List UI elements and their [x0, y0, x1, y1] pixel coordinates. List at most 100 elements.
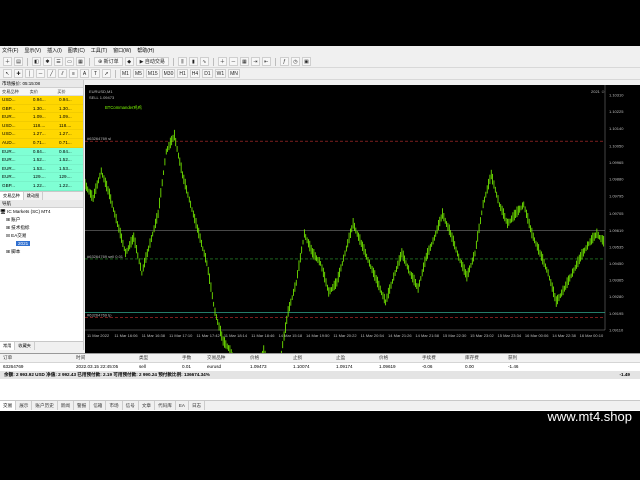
nav-broker[interactable]: 🖥 IC Markets (SC) MT4: [0, 208, 83, 216]
price-chart[interactable]: EURUSD,M1 SELL 1.09473 BTCommander鸡鸡 202…: [85, 85, 640, 355]
tab-common[interactable]: 常用: [0, 342, 16, 350]
period-m15[interactable]: M15: [145, 69, 160, 78]
horizontal-line-icon[interactable]: ─: [36, 69, 45, 78]
terminal-tab[interactable]: 文章: [139, 401, 156, 410]
market-watch-row[interactable]: USD... 118.... 118....: [0, 121, 83, 131]
terminal-icon[interactable]: ▭: [65, 57, 75, 66]
terminal-tab[interactable]: 市场: [106, 401, 123, 410]
period-d1[interactable]: D1: [202, 69, 213, 78]
period-h1[interactable]: H1: [177, 69, 188, 78]
terminal-tab[interactable]: 交易: [0, 401, 17, 410]
menu-file[interactable]: 文件(F): [2, 46, 18, 56]
menu-bar: 文件(F) 显示(V) 插入(I) 图表(C) 工具(T) 窗口(W) 帮助(H…: [0, 46, 640, 56]
period-h4[interactable]: H4: [189, 69, 201, 78]
terminal-column[interactable]: 订单: [0, 354, 73, 362]
terminal-column[interactable]: 交易品种: [204, 354, 247, 362]
zoom-in-icon[interactable]: ＋: [217, 57, 227, 66]
candlestick-icon[interactable]: ▮: [188, 57, 198, 66]
tile-windows-icon[interactable]: ▦: [239, 57, 249, 66]
column-ask[interactable]: 买价: [55, 88, 83, 95]
chart-canvas[interactable]: EURUSD,M1 SELL 1.09473 BTCommander鸡鸡 202…: [85, 85, 640, 355]
market-watch-row[interactable]: EUR... 1.09... 1.09...: [0, 113, 83, 122]
arrows-icon[interactable]: ➚: [102, 69, 111, 78]
terminal-tab[interactable]: 新闻: [58, 401, 74, 410]
bar-chart-icon[interactable]: ⫼: [177, 57, 187, 66]
terminal-tab[interactable]: 信箱: [90, 401, 107, 410]
terminal-tab[interactable]: 展示: [16, 401, 33, 410]
terminal-tab[interactable]: EA: [176, 401, 189, 410]
terminal-column[interactable]: 手数: [179, 354, 204, 362]
zoom-out-icon[interactable]: －: [228, 57, 238, 66]
menu-charts[interactable]: 图表(C): [68, 46, 85, 56]
auto-trading-button[interactable]: ▶ 自动交易: [135, 57, 169, 66]
indicators-icon[interactable]: ƒ: [279, 57, 289, 66]
market-watch-row[interactable]: USD... 1.27... 1.27...: [0, 130, 83, 139]
fibonacci-icon[interactable]: ≡: [69, 69, 78, 78]
vertical-line-icon[interactable]: │: [25, 69, 34, 78]
order-row[interactable]: 63264769 2022.03.15 22:45:05 sell 0.01 eurus…: [0, 363, 640, 371]
terminal-column[interactable]: 获利: [505, 354, 538, 362]
equidistant-channel-icon[interactable]: ⫽: [58, 69, 67, 78]
terminal-tab[interactable]: 信号: [123, 401, 139, 410]
column-bid[interactable]: 卖价: [28, 88, 56, 95]
tester-icon[interactable]: ▦: [76, 57, 86, 66]
new-order-button[interactable]: ⊕ 新订单: [94, 57, 123, 66]
line-chart-icon[interactable]: ∿: [199, 57, 209, 66]
trendline-icon[interactable]: ╱: [47, 69, 56, 78]
tab-favorites[interactable]: 收藏夹: [15, 342, 35, 350]
market-watch-row[interactable]: GBP... 1.22... 1.22...: [0, 181, 83, 191]
tab-tick-chart[interactable]: 跳动图: [24, 191, 44, 200]
nav-indicators[interactable]: ⊞ 技术指标: [0, 224, 83, 232]
menu-insert[interactable]: 插入(I): [47, 46, 62, 56]
terminal-column[interactable]: 手续费: [419, 354, 462, 362]
terminal-column[interactable]: 止损: [290, 354, 333, 362]
market-watch-row[interactable]: EUR... 0.84... 0.84...: [0, 147, 83, 157]
tab-symbols[interactable]: 交易品种: [0, 191, 24, 200]
menu-window[interactable]: 窗口(W): [113, 46, 131, 56]
terminal-column[interactable]: 时间: [73, 354, 136, 362]
market-watch-row[interactable]: EUR... 129.... 129....: [0, 173, 83, 182]
nav-ea-2021[interactable]: 2021: [0, 240, 83, 248]
terminal-tab[interactable]: 日志: [189, 401, 206, 410]
data-window-icon[interactable]: ✱: [43, 57, 53, 66]
terminal-column[interactable]: 价格: [247, 354, 290, 362]
nav-expert-advisors[interactable]: ⊟ EA交易: [0, 232, 83, 240]
templates-icon[interactable]: ▣: [301, 57, 311, 66]
cursor-icon[interactable]: ↖: [3, 69, 12, 78]
terminal-tab[interactable]: 账户历史: [32, 401, 58, 410]
market-watch-row[interactable]: EUR... 1.52... 1.52...: [0, 156, 83, 165]
crosshair-icon[interactable]: ✚: [14, 69, 23, 78]
market-watch-row[interactable]: AUD... 0.71... 0.71...: [0, 138, 83, 148]
toolbar-separator: [212, 57, 214, 66]
market-watch-icon[interactable]: ◧: [32, 57, 42, 66]
terminal-column[interactable]: 止盈: [333, 354, 376, 362]
navigator-icon[interactable]: ☰: [54, 57, 64, 66]
period-w1[interactable]: W1: [214, 69, 227, 78]
nav-scripts[interactable]: ⊞ 脚本: [0, 248, 83, 256]
new-chart-icon[interactable]: ＋: [3, 57, 13, 66]
text-icon[interactable]: A: [80, 69, 89, 78]
autoscroll-icon[interactable]: ⇥: [250, 57, 260, 66]
label-icon[interactable]: T: [91, 69, 100, 78]
period-m1[interactable]: M1: [120, 69, 131, 78]
profiles-icon[interactable]: ▤: [14, 57, 24, 66]
nav-accounts[interactable]: ⊞ 账户: [0, 216, 83, 224]
terminal-column[interactable]: 价格: [376, 354, 419, 362]
market-watch-row[interactable]: EUR... 1.53... 1.53...: [0, 164, 83, 174]
menu-help[interactable]: 帮助(H): [137, 46, 154, 56]
period-m30[interactable]: M30: [161, 69, 176, 78]
menu-view[interactable]: 显示(V): [24, 46, 41, 56]
chart-shift-icon[interactable]: ⇤: [261, 57, 271, 66]
terminal-tab[interactable]: 警报: [74, 401, 91, 410]
menu-tools[interactable]: 工具(T): [91, 46, 107, 56]
terminal-column[interactable]: 类型: [136, 354, 179, 362]
metaeditor-icon[interactable]: ◆: [124, 57, 134, 66]
period-mn[interactable]: MN: [228, 69, 240, 78]
column-symbol[interactable]: 交易品种: [0, 88, 28, 95]
terminal-column[interactable]: 库存费: [462, 354, 505, 362]
periods-icon[interactable]: ◷: [290, 57, 300, 66]
period-m5[interactable]: M5: [132, 69, 144, 78]
terminal-tab[interactable]: 代码库: [155, 401, 176, 410]
market-watch-row[interactable]: GBP... 1.30... 1.30...: [0, 104, 83, 114]
market-watch-row[interactable]: USD... 0.94... 0.94...: [0, 96, 83, 105]
